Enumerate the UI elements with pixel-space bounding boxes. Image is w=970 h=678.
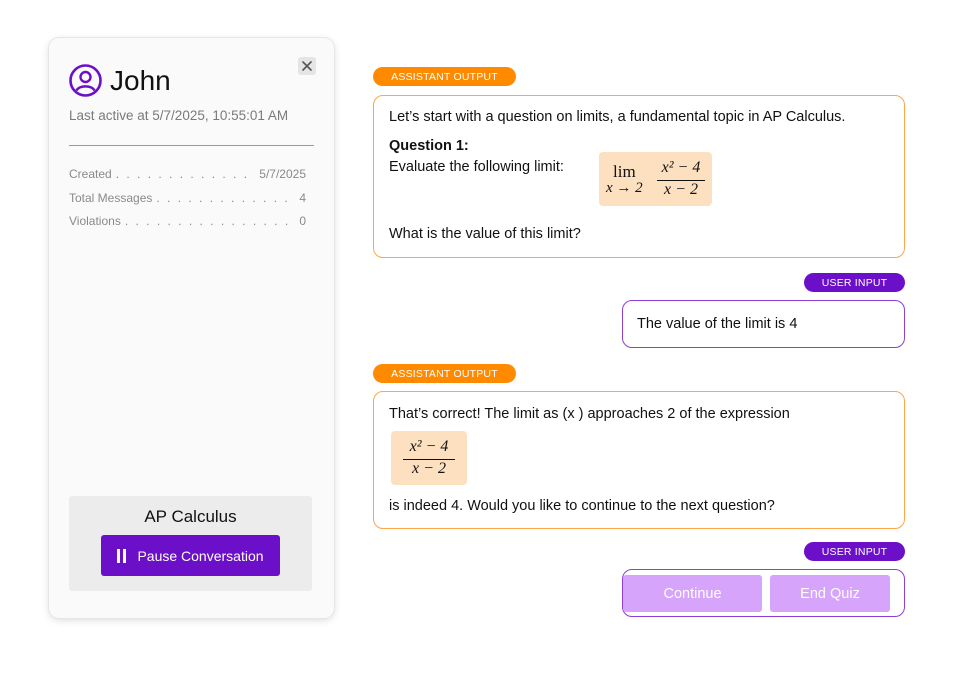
- user-header: John: [69, 64, 171, 97]
- limit-expression: lim x → 2 x² − 4 x − 2: [599, 152, 712, 206]
- stat-row-total-messages: Total Messages 4: [69, 191, 306, 215]
- user-input-tag: USER INPUT: [804, 273, 905, 292]
- profile-card: John Last active at 5/7/2025, 10:55:01 A…: [49, 38, 334, 618]
- divider: [69, 145, 314, 146]
- stat-row-violations: Violations 0: [69, 214, 306, 238]
- user-circle-icon: [69, 64, 102, 97]
- stat-label: Created: [69, 167, 112, 181]
- user-message-text: The value of the limit is 4: [637, 316, 798, 332]
- message-intro: That’s correct! The limit as (x ) approa…: [389, 406, 790, 422]
- subject-title: AP Calculus: [144, 507, 237, 526]
- end-quiz-button-label: End Quiz: [800, 585, 860, 602]
- fraction-expression: x² − 4 x − 2: [391, 431, 467, 485]
- message-intro: Let’s start with a question on limits, a…: [389, 109, 846, 125]
- stat-label: Violations: [69, 214, 121, 228]
- message-closing: is indeed 4. Would you like to continue …: [389, 498, 775, 514]
- user-actions-panel: Continue End Quiz: [622, 569, 905, 617]
- pause-conversation-button[interactable]: Pause Conversation: [101, 535, 280, 576]
- fraction-denominator: x − 2: [664, 181, 698, 198]
- fraction-denominator: x − 2: [412, 460, 446, 477]
- stat-value: 0: [299, 214, 306, 228]
- continue-button-label: Continue: [663, 585, 722, 602]
- question-closing: What is the value of this limit?: [389, 226, 581, 242]
- subject-panel: AP Calculus Pause Conversation: [69, 496, 312, 591]
- user-message: The value of the limit is 4: [622, 300, 905, 348]
- continue-button[interactable]: Continue: [623, 575, 762, 612]
- fraction-numerator: x² − 4: [661, 159, 701, 176]
- user-input-tag: USER INPUT: [804, 542, 905, 561]
- stat-leader: [125, 214, 295, 228]
- assistant-message: Let’s start with a question on limits, a…: [373, 95, 905, 258]
- last-active-text: Last active at 5/7/2025, 10:55:01 AM: [69, 108, 289, 123]
- stat-value: 5/7/2025: [259, 167, 306, 181]
- stat-value: 4: [299, 190, 306, 205]
- fraction-numerator: x² − 4: [409, 438, 449, 455]
- stat-label: Total Messages: [69, 190, 153, 205]
- stats-list: Created 5/7/2025 Total Messages 4 Violat…: [69, 167, 306, 238]
- question-title: Question 1:: [389, 138, 469, 154]
- assistant-output-tag: ASSISTANT OUTPUT: [373, 67, 516, 86]
- user-name: John: [110, 64, 171, 96]
- assistant-message: That’s correct! The limit as (x ) approa…: [373, 391, 905, 529]
- close-button[interactable]: [298, 57, 316, 75]
- close-icon: [302, 61, 312, 71]
- pause-button-label: Pause Conversation: [137, 547, 264, 564]
- pause-icon: [117, 548, 129, 563]
- end-quiz-button[interactable]: End Quiz: [770, 575, 890, 612]
- stat-row-created: Created 5/7/2025: [69, 167, 306, 191]
- question-prompt: Evaluate the following limit:: [389, 159, 564, 175]
- assistant-output-tag: ASSISTANT OUTPUT: [373, 364, 516, 383]
- stat-leader: [116, 167, 256, 181]
- lim-subscript: x → 2: [606, 180, 643, 196]
- stat-leader: [156, 191, 295, 205]
- lim-operator: lim: [613, 162, 636, 181]
